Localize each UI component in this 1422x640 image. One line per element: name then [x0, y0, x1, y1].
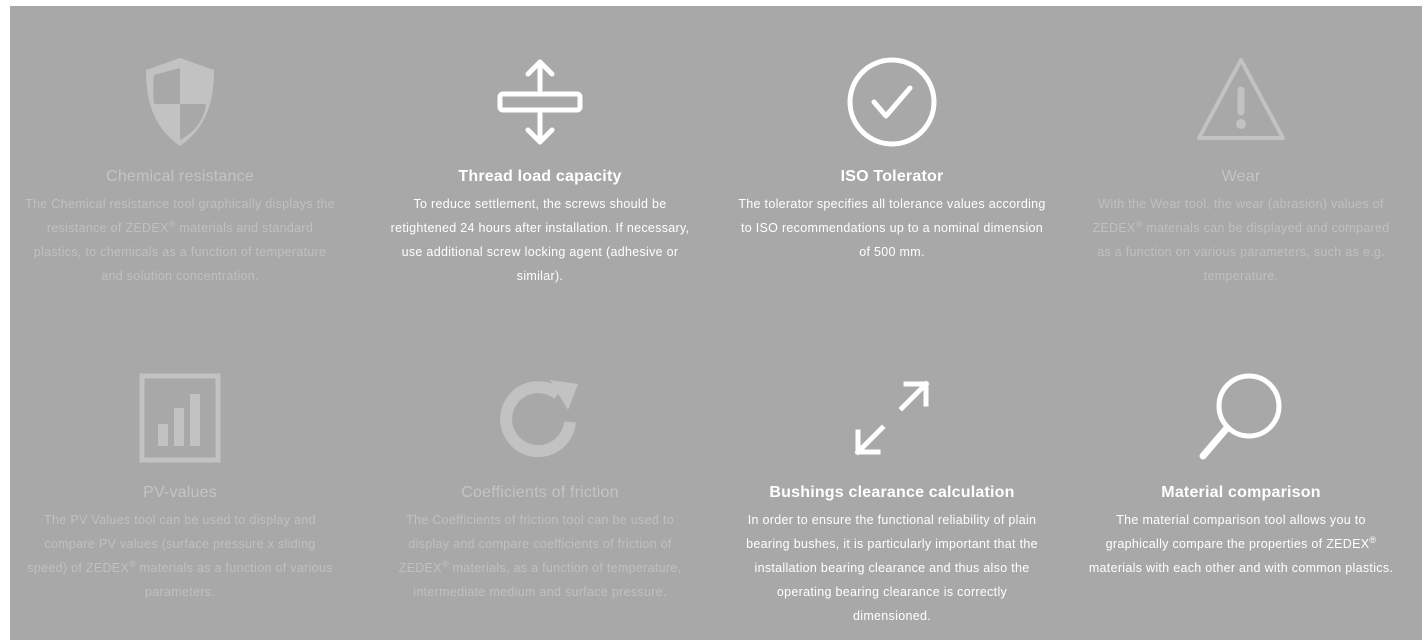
tools-grid: Chemical resistance The Chemical resista… — [10, 6, 1422, 640]
tool-title: Material comparison — [1161, 484, 1321, 501]
tool-description: To reduce settlement, the screws should … — [390, 197, 690, 283]
tool-bushings-clearance-calculation[interactable]: Bushings clearance calculation In order … — [727, 366, 1057, 628]
tool-description: The Coefficients of friction tool can be… — [398, 513, 682, 599]
tool-description: The PV Values tool can be used to displa… — [27, 513, 333, 599]
tool-description: With the Wear tool, the wear (abrasion) … — [1092, 197, 1390, 283]
tool-title: PV-values — [143, 484, 217, 501]
vertical-arrows-icon — [488, 50, 592, 154]
checkmark-circle-icon — [840, 50, 944, 154]
tool-description: In order to ensure the functional reliab… — [746, 513, 1038, 623]
tool-title: ISO Tolerator — [840, 168, 944, 185]
warning-icon — [1189, 50, 1293, 154]
shield-icon — [128, 50, 232, 154]
tool-title: Coefficients of friction — [461, 484, 619, 501]
tool-iso-tolerator[interactable]: ISO Tolerator The tolerator specifies al… — [727, 50, 1057, 264]
tool-title: Wear — [1221, 168, 1261, 185]
tool-description: The tolerator specifies all tolerance va… — [738, 197, 1046, 259]
tools-panel: Chemical resistance The Chemical resista… — [10, 6, 1422, 640]
tool-description: The material comparison tool allows you … — [1088, 513, 1394, 575]
tool-chemical-resistance[interactable]: Chemical resistance The Chemical resista… — [15, 50, 345, 288]
expand-arrows-icon — [840, 366, 944, 470]
refresh-icon — [488, 366, 592, 470]
tool-pv-values[interactable]: PV-values The PV Values tool can be used… — [15, 366, 345, 604]
tool-wear[interactable]: Wear With the Wear tool, the wear (abras… — [1076, 50, 1406, 288]
tool-title: Chemical resistance — [106, 168, 254, 185]
bar-chart-icon — [128, 366, 232, 470]
tool-title: Bushings clearance calculation — [769, 484, 1015, 501]
tool-title: Thread load capacity — [458, 168, 622, 185]
tool-description: The Chemical resistance tool graphically… — [25, 197, 335, 283]
magnifier-icon — [1189, 366, 1293, 470]
tool-material-comparison[interactable]: Material comparison The material compari… — [1076, 366, 1406, 580]
tool-coefficients-of-friction[interactable]: Coefficients of friction The Coefficient… — [375, 366, 705, 604]
tool-thread-load-capacity[interactable]: Thread load capacity To reduce settlemen… — [375, 50, 705, 288]
